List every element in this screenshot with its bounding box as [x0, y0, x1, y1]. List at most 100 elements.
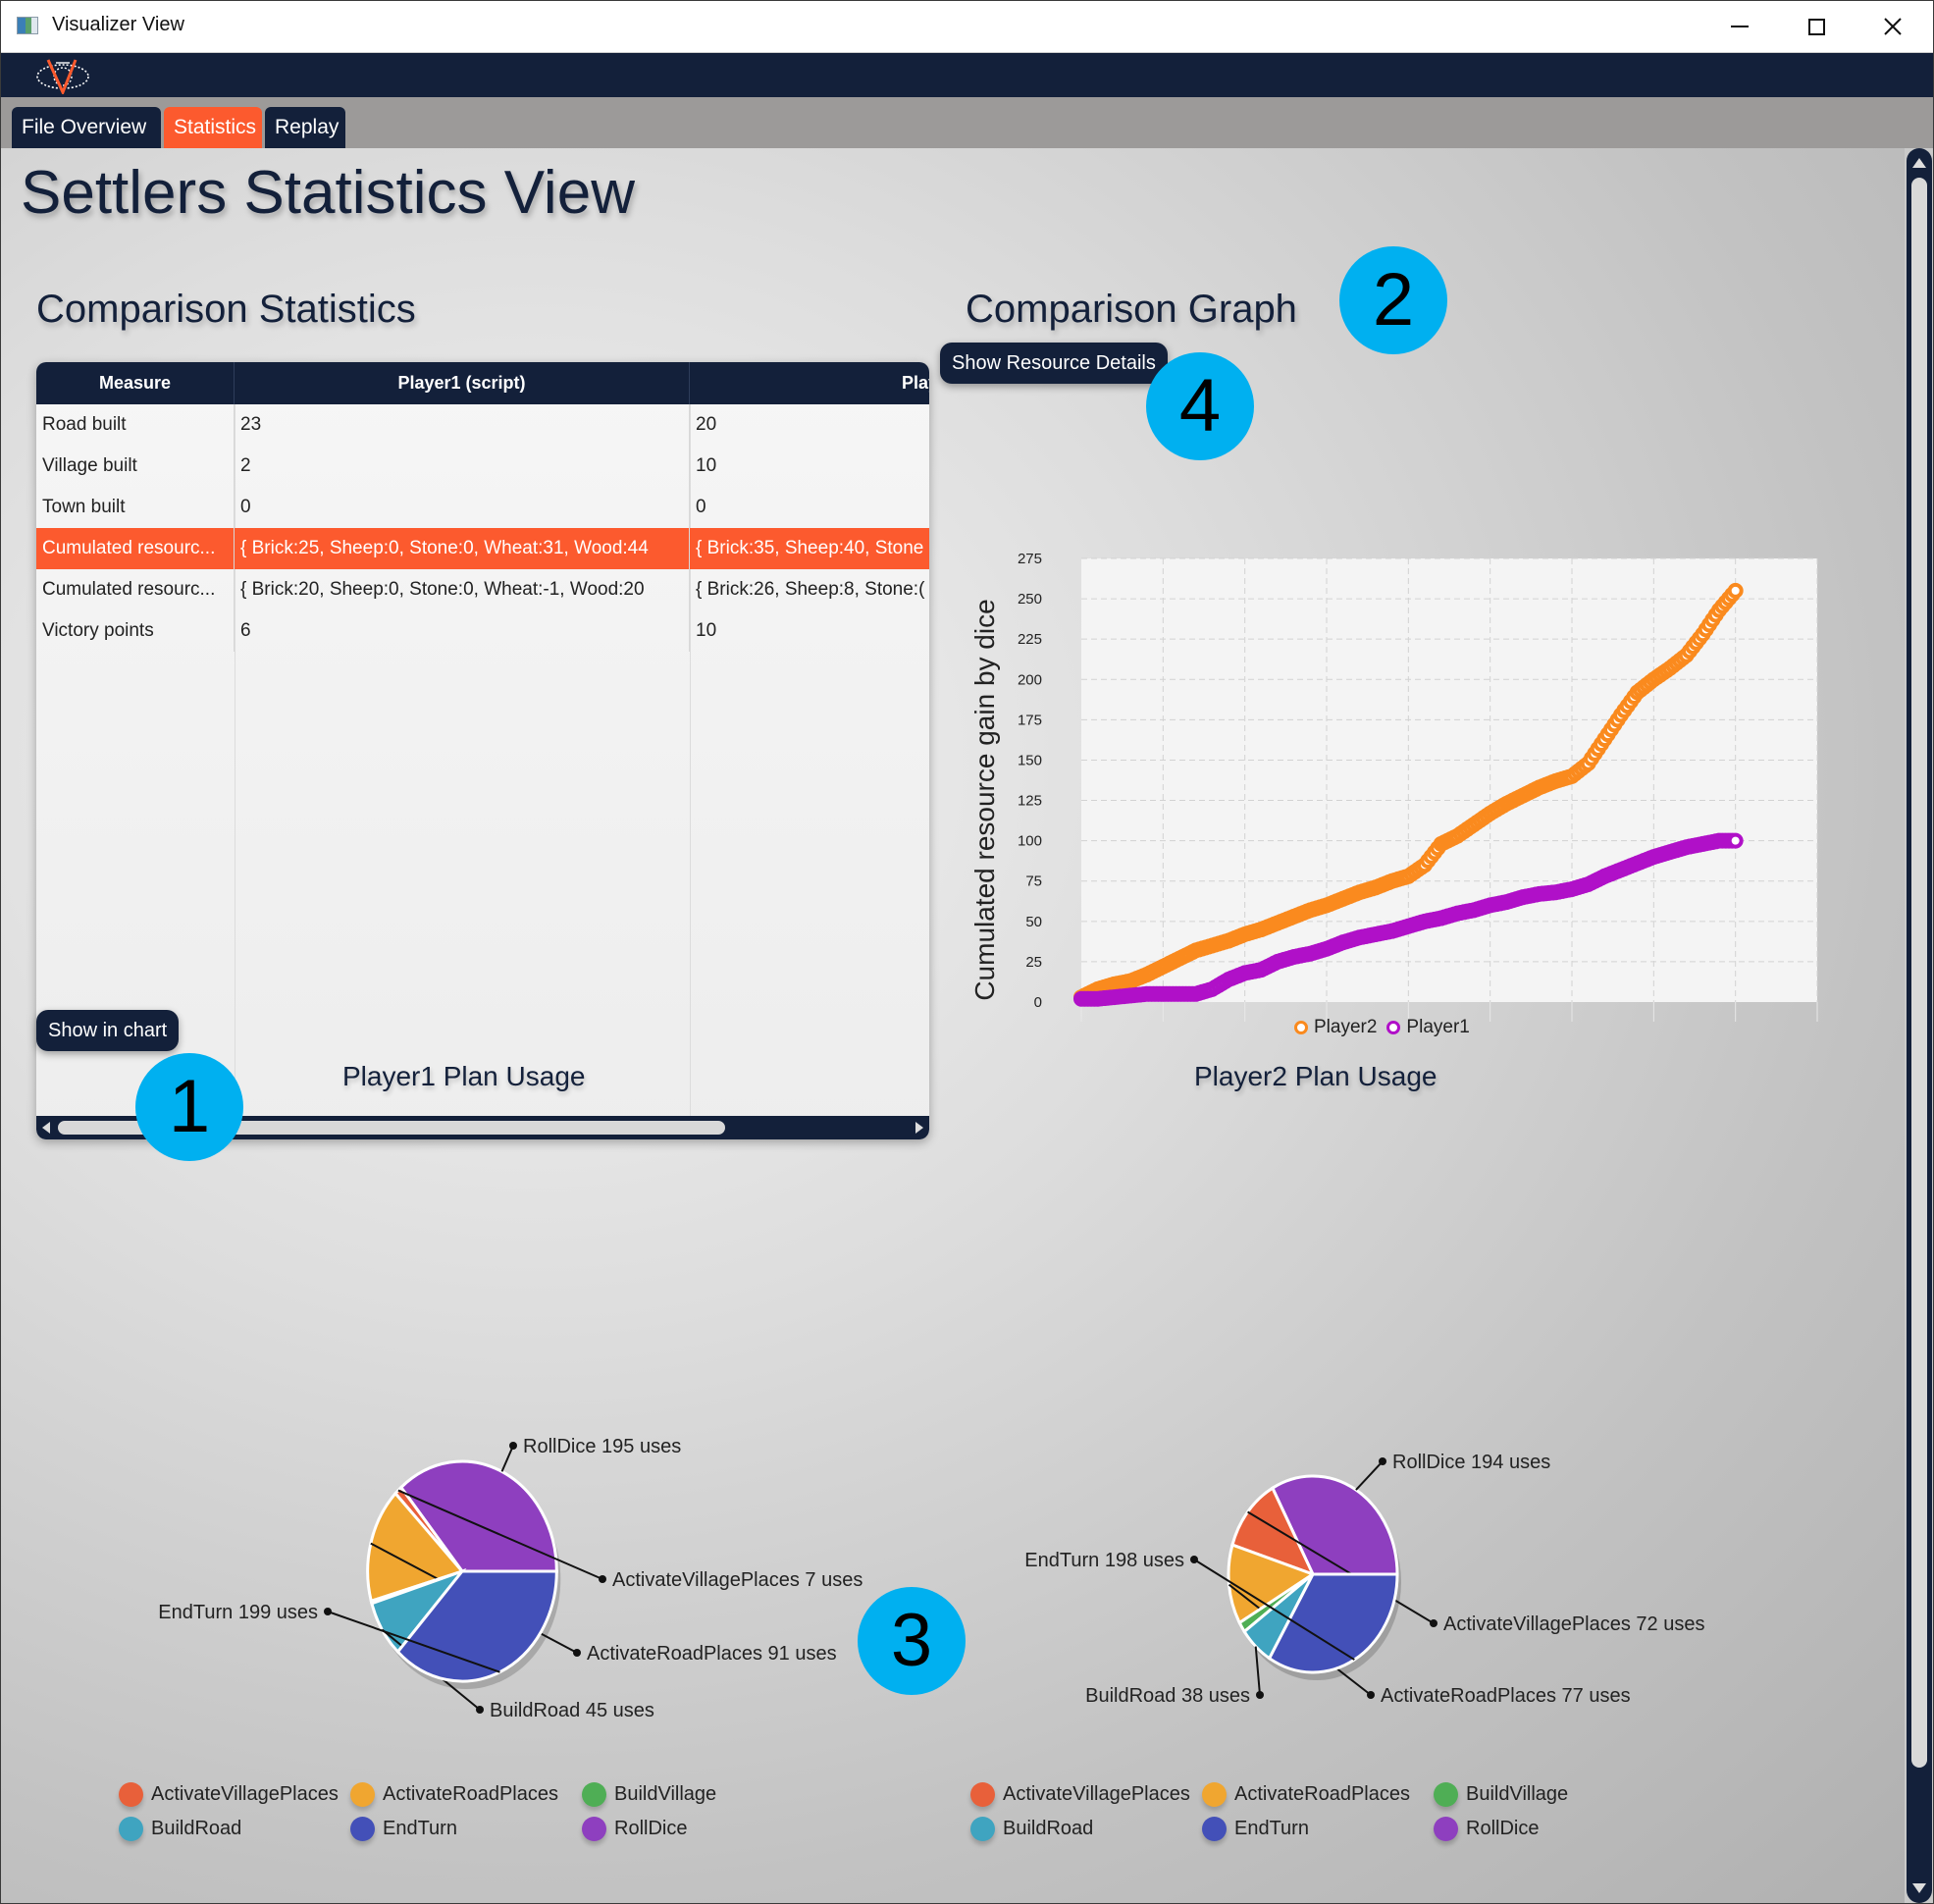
legend-color-dot-icon [970, 1782, 995, 1807]
player1-pie-legend: ActivateVillagePlaces ActivateRoadPlaces B… [119, 1782, 747, 1841]
player1-marker-icon [1386, 1021, 1401, 1034]
legend-item-buildroad[interactable]: BuildRoad [970, 1817, 1202, 1841]
cell-player2: 10 [696, 455, 717, 476]
comparison-graph: 0255075100125150175200225250275025507510… [969, 551, 1818, 1022]
minimize-icon [1731, 26, 1749, 27]
close-icon [1884, 18, 1902, 35]
show-in-chart-button[interactable]: Show in chart [36, 1010, 180, 1051]
column-header-player2[interactable]: Player2 [690, 362, 929, 404]
player2-marker-icon [1294, 1021, 1308, 1034]
tab-replay[interactable]: Replay [265, 107, 345, 148]
pie-slice-label: RollDice 195 uses [523, 1436, 681, 1457]
table-row[interactable]: Road built 23 20 [36, 404, 929, 446]
label-leader-dot [324, 1608, 332, 1615]
legend-label: Player1 [1406, 1017, 1470, 1037]
data-point [1727, 832, 1744, 849]
pie-slice-label: RollDice 194 uses [1392, 1452, 1550, 1473]
pie-slice-label: ActivateRoadPlaces 91 uses [587, 1643, 837, 1665]
tab-statistics[interactable]: Statistics [164, 107, 262, 148]
y-tick-label: 75 [1025, 873, 1042, 890]
legend-item-activatevillageplaces[interactable]: ActivateVillagePlaces [119, 1782, 350, 1807]
cell-player1: { Brick:20, Sheep:0, Stone:0, Wheat:-1, … [235, 569, 690, 610]
legend-color-dot-icon [970, 1817, 995, 1841]
minimize-button[interactable] [1701, 1, 1778, 52]
table-row[interactable]: Victory points 6 10 [36, 610, 929, 652]
visualizer-window: Visualizer View File Overview Statistics… [0, 0, 1934, 1904]
pie-slice-label: ActivateRoadPlaces 77 uses [1381, 1685, 1631, 1707]
maximize-icon [1807, 18, 1825, 35]
legend-item-player1[interactable]: Player1 [1386, 1017, 1470, 1038]
legend-item-rolldice[interactable]: RollDice [1434, 1817, 1598, 1841]
vertical-scrollbar[interactable] [1907, 148, 1932, 1903]
table-row[interactable]: Cumulated resourc...{ Brick:25, Sheep:0,… [36, 528, 929, 569]
tab-file-overview[interactable]: File Overview [12, 107, 161, 148]
label-leader-dot [509, 1442, 517, 1450]
app-window-icon [17, 17, 38, 34]
cell-player2: { Brick:26, Sheep:8, Stone:( [696, 579, 925, 600]
show-resource-details-button[interactable]: Show Resource Details [940, 343, 1168, 384]
legend-color-dot-icon [1202, 1782, 1227, 1807]
cell-player2: 0 [696, 497, 706, 517]
scroll-left-icon[interactable] [42, 1122, 50, 1134]
close-button[interactable] [1855, 1, 1931, 52]
label-leader-dot [476, 1706, 484, 1714]
pie-slice-label: EndTurn 198 uses [1024, 1550, 1184, 1571]
title-bar: Visualizer View [1, 1, 1933, 53]
player2-plan-usage-title: Player2 Plan Usage [1194, 1061, 1437, 1091]
table-header: Measure Player1 (script) Player2 [36, 362, 929, 404]
legend-color-dot-icon [119, 1817, 143, 1841]
window-title: Visualizer View [52, 14, 184, 35]
y-tick-label: 175 [1018, 712, 1042, 728]
legend-label: EndTurn [1234, 1818, 1309, 1839]
legend-color-dot-icon [1434, 1782, 1458, 1807]
cell-player1: 2 [235, 446, 690, 487]
scroll-down-icon[interactable] [1912, 1883, 1926, 1893]
data-point [1727, 582, 1744, 599]
cell-measure: Town built [36, 487, 235, 528]
legend-label: ActivateRoadPlaces [383, 1783, 558, 1805]
legend-label: EndTurn [383, 1818, 457, 1839]
y-tick-label: 250 [1018, 591, 1042, 608]
legend-item-endturn[interactable]: EndTurn [1202, 1817, 1434, 1841]
column-header-measure[interactable]: Measure [36, 362, 235, 404]
label-leader-dot [1367, 1691, 1375, 1699]
scroll-up-icon[interactable] [1912, 158, 1926, 168]
label-leader-dot [1190, 1556, 1198, 1563]
visualizer-logo-icon [36, 59, 89, 94]
tab-strip: File Overview Statistics Replay [1, 97, 1933, 148]
player2-plan-usage-pie: RollDice 194 uses ActivateVillagePlaces 7… [1024, 1452, 1704, 1707]
y-tick-label: 0 [1034, 994, 1042, 1011]
legend-item-activatevillageplaces[interactable]: ActivateVillagePlaces [970, 1782, 1202, 1807]
scroll-right-icon[interactable] [915, 1122, 923, 1134]
legend-label: BuildVillage [1466, 1783, 1569, 1805]
label-leader-line [500, 1445, 514, 1472]
legend-item-rolldice[interactable]: RollDice [582, 1817, 747, 1841]
legend-item-buildroad[interactable]: BuildRoad [119, 1817, 350, 1841]
y-tick-label: 50 [1025, 914, 1042, 930]
legend-item-buildvillage[interactable]: BuildVillage [582, 1782, 747, 1807]
legend-item-buildvillage[interactable]: BuildVillage [1434, 1782, 1598, 1807]
label-leader-dot [1256, 1691, 1264, 1699]
cell-player2: { Brick:35, Sheep:40, Stone [696, 538, 924, 558]
legend-color-dot-icon [350, 1817, 375, 1841]
legend-item-activateroadplaces[interactable]: ActivateRoadPlaces [350, 1782, 582, 1807]
statistics-content: Settlers Statistics View Comparison Stat… [1, 148, 1905, 1903]
cell-player2: 20 [696, 414, 717, 435]
table-row[interactable]: Cumulated resourc...{ Brick:20, Sheep:0,… [36, 569, 929, 610]
legend-item-activateroadplaces[interactable]: ActivateRoadPlaces [1202, 1782, 1434, 1807]
label-leader-line [1355, 1460, 1384, 1491]
legend-item-player2[interactable]: Player2 [1294, 1017, 1377, 1038]
maximize-button[interactable] [1778, 1, 1855, 52]
y-axis-label: Cumulated resource gain by dice [969, 599, 1000, 1000]
column-header-player1[interactable]: Player1 (script) [235, 362, 690, 404]
comparison-statistics-title: Comparison Statistics [36, 288, 416, 331]
comparison-graph-title: Comparison Graph [966, 288, 1297, 331]
annotation-badge-2: 2 [1339, 246, 1447, 354]
legend-label: BuildRoad [1003, 1818, 1094, 1839]
table-row[interactable]: Village built 2 10 [36, 446, 929, 487]
table-row[interactable]: Town built 0 0 [36, 487, 929, 528]
y-tick-label: 275 [1018, 551, 1042, 567]
legend-item-endturn[interactable]: EndTurn [350, 1817, 582, 1841]
vertical-scroll-thumb[interactable] [1911, 178, 1927, 1768]
y-tick-label: 25 [1025, 954, 1042, 971]
